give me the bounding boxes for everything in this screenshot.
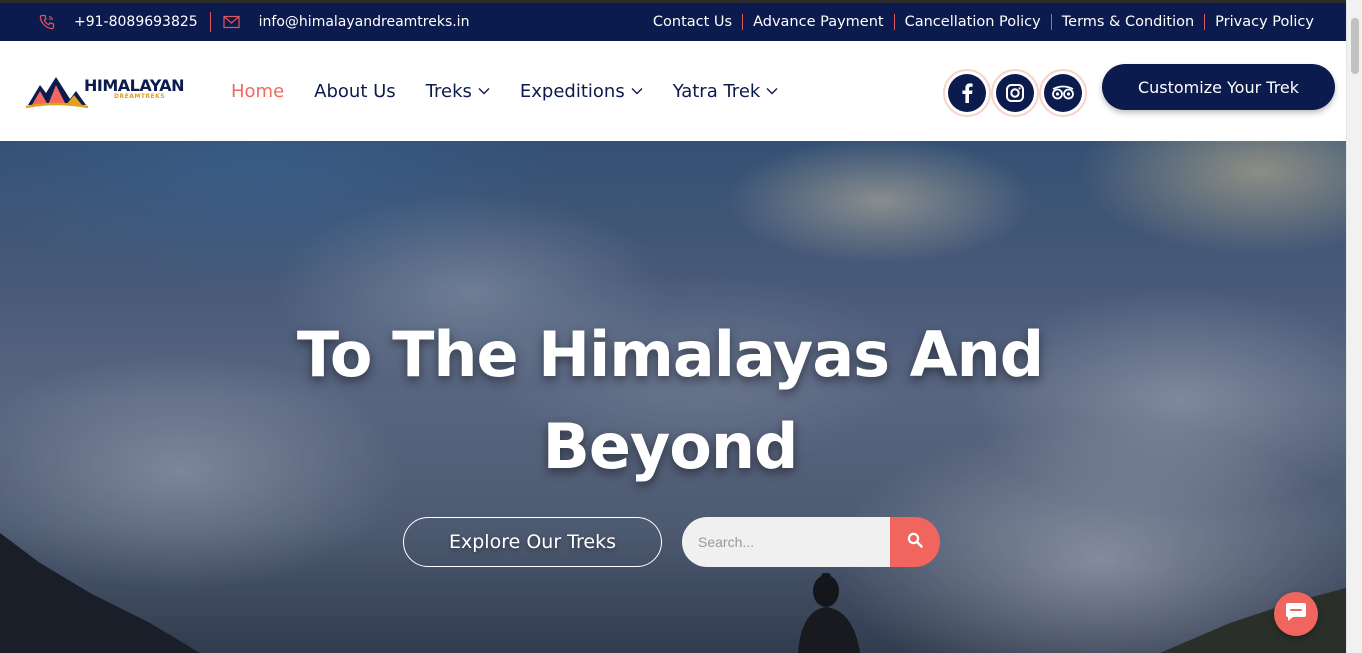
hero-title: To The Himalayas And Beyond bbox=[170, 309, 1170, 493]
chevron-down-icon bbox=[478, 87, 490, 95]
nav-treks-label: Treks bbox=[425, 80, 472, 102]
search-button[interactable] bbox=[890, 517, 940, 567]
hillside-silhouette bbox=[0, 533, 1346, 653]
nav-home-label: Home bbox=[231, 80, 285, 102]
page-scrollbar[interactable] bbox=[1346, 0, 1362, 653]
mountain-logo-icon bbox=[26, 77, 88, 109]
email-address: info@himalayandreamtreks.in bbox=[258, 14, 470, 30]
facebook-icon bbox=[948, 74, 986, 112]
nav-expeditions[interactable]: Expeditions bbox=[520, 81, 643, 102]
chevron-down-icon bbox=[631, 87, 643, 95]
instagram-button[interactable] bbox=[991, 69, 1039, 117]
customize-trek-button[interactable]: Customize Your Trek bbox=[1102, 64, 1335, 110]
chevron-down-icon bbox=[766, 87, 778, 95]
phone-number: +91-8089693825 bbox=[74, 14, 198, 30]
mail-icon bbox=[223, 13, 241, 31]
phone-icon bbox=[38, 13, 56, 31]
hero-title-line-1: To The Himalayas And bbox=[296, 318, 1044, 391]
nav-yatra-label: Yatra Trek bbox=[672, 80, 761, 102]
nav-treks[interactable]: Treks bbox=[426, 81, 490, 102]
main-header: HIMALAYAN DREAMTREKS Home About Us Treks… bbox=[0, 41, 1346, 141]
hero-banner: To The Himalayas And Beyond Explore Our … bbox=[0, 141, 1346, 653]
email-contact[interactable]: info@himalayandreamtreks.in bbox=[223, 13, 470, 31]
link-terms-condition[interactable]: Terms & Condition bbox=[1050, 14, 1194, 30]
nav-yatra-trek[interactable]: Yatra Trek bbox=[673, 81, 779, 102]
scrollbar-thumb[interactable] bbox=[1351, 18, 1359, 74]
social-links bbox=[943, 69, 1087, 117]
phone-contact[interactable]: +91-8089693825 bbox=[38, 13, 198, 31]
nav-about-us[interactable]: About Us bbox=[314, 81, 396, 102]
nav-home[interactable]: Home bbox=[231, 81, 284, 102]
nav-expeditions-label: Expeditions bbox=[519, 80, 625, 102]
link-privacy-policy[interactable]: Privacy Policy bbox=[1204, 14, 1314, 30]
hiker-silhouette bbox=[798, 573, 860, 653]
nav-about-label: About Us bbox=[314, 80, 396, 102]
divider bbox=[209, 12, 211, 32]
brand-subtitle: DREAMTREKS bbox=[114, 93, 166, 100]
hero-search bbox=[682, 517, 940, 567]
top-bar: +91-8089693825 info@himalayandreamtreks.… bbox=[0, 0, 1346, 41]
hero-title-line-2: Beyond bbox=[542, 410, 799, 483]
search-icon bbox=[907, 532, 923, 552]
tripadvisor-icon bbox=[1044, 74, 1082, 112]
search-input[interactable] bbox=[682, 517, 890, 567]
brand-logo[interactable]: HIMALAYAN DREAMTREKS bbox=[26, 71, 185, 111]
instagram-icon bbox=[996, 74, 1034, 112]
chat-widget-button[interactable] bbox=[1274, 592, 1318, 636]
link-cancellation-policy[interactable]: Cancellation Policy bbox=[893, 14, 1041, 30]
link-advance-payment[interactable]: Advance Payment bbox=[742, 14, 884, 30]
main-nav: Home About Us Treks Expeditions Yatra Tr… bbox=[231, 41, 808, 141]
facebook-button[interactable] bbox=[943, 69, 991, 117]
tripadvisor-button[interactable] bbox=[1039, 69, 1087, 117]
chat-icon bbox=[1285, 602, 1307, 626]
link-contact-us[interactable]: Contact Us bbox=[653, 14, 732, 30]
explore-treks-button[interactable]: Explore Our Treks bbox=[403, 517, 662, 567]
